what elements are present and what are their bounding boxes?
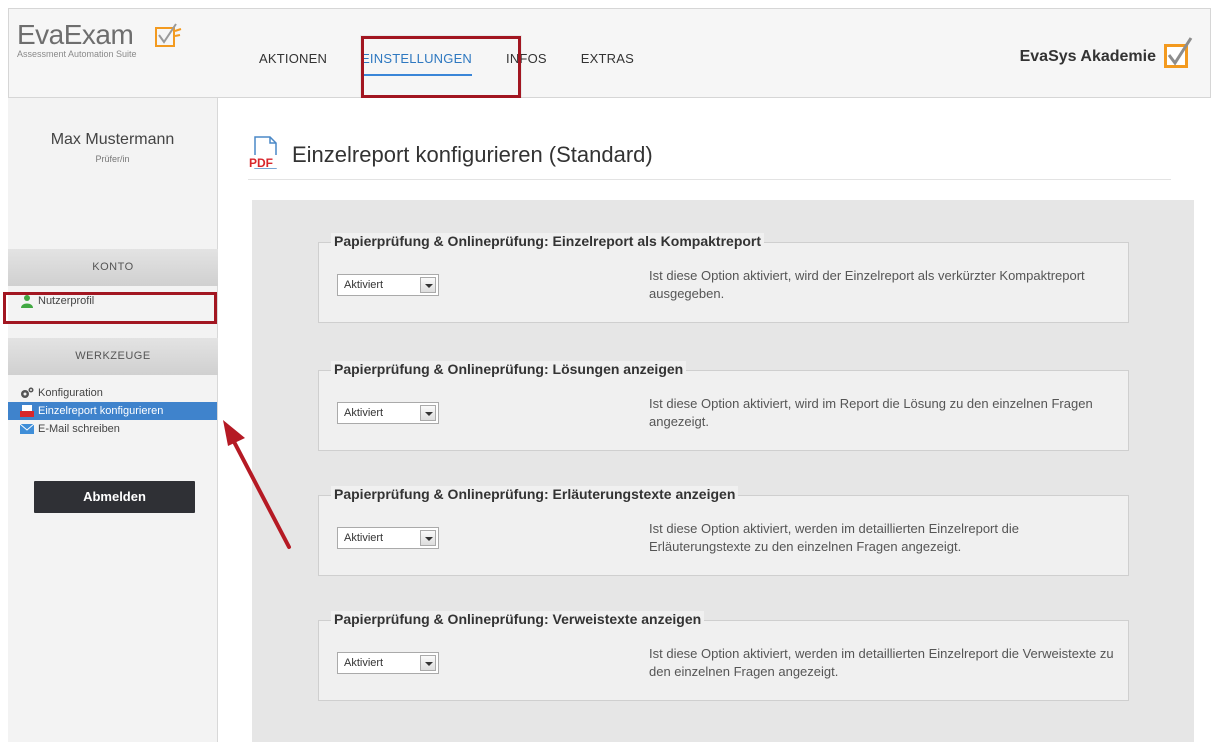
select-value: Aktiviert [344,532,384,544]
option-verweistexte: Papierprüfung & Onlineprüfung: Verweiste… [318,611,1129,701]
option-kompaktreport: Papierprüfung & Onlineprüfung: Einzelrep… [318,233,1129,323]
option-description: Ist diese Option aktiviert, werden im de… [649,646,1114,679]
brand-name: EvaSys Akademie [1019,48,1156,65]
chevron-down-icon[interactable] [420,405,436,421]
select-value: Aktiviert [344,279,384,291]
header-bar: EvaExam Assessment Automation Suite AKTI… [8,8,1211,98]
pdf-icon [20,405,34,417]
option-description: Ist diese Option aktiviert, wird im Repo… [649,396,1093,429]
option-title: Papierprüfung & Onlineprüfung: Lösungen … [331,361,687,377]
sidebar-highlight-box [3,292,217,324]
select-value: Aktiviert [344,407,384,419]
status-select[interactable]: Aktiviert [337,274,439,296]
status-select[interactable]: Aktiviert [337,527,439,549]
option-title: Papierprüfung & Onlineprüfung: Erläuteru… [331,486,739,502]
option-title: Papierprüfung & Onlineprüfung: Verweiste… [331,611,705,627]
option-title: Papierprüfung & Onlineprüfung: Einzelrep… [331,233,765,249]
brand-check-icon [1164,37,1193,68]
sidebar: Max Mustermann Prüfer/in KONTO Nutzerpro… [8,98,218,742]
chevron-down-icon[interactable] [420,655,436,671]
section-konto: KONTO [8,249,218,286]
chevron-down-icon[interactable] [420,530,436,546]
main-content: PDF Einzelreport konfigurieren (Standard… [218,98,1211,742]
user-role: Prüfer/in [95,154,130,164]
nav-aktionen[interactable]: AKTIONEN [259,51,327,66]
section-werkzeuge: WERKZEUGE [8,338,218,375]
checkbox-logo-icon [155,23,182,47]
sidebar-item-einzelreport[interactable]: Einzelreport konfigurieren [8,402,217,420]
select-value: Aktiviert [344,657,384,669]
status-select[interactable]: Aktiviert [337,402,439,424]
option-erlaeuterungstexte: Papierprüfung & Onlineprüfung: Erläuteru… [318,486,1129,576]
logo-text: EvaExam [17,19,134,50]
chevron-down-icon[interactable] [420,277,436,293]
user-name: Max Mustermann [50,131,175,148]
sidebar-item-label: Einzelreport konfigurieren [38,405,164,417]
option-loesungen: Papierprüfung & Onlineprüfung: Lösungen … [318,361,1129,451]
option-description: Ist diese Option aktiviert, wird der Ein… [649,268,1085,301]
pdf-icon: PDF [248,136,278,170]
gear-icon [21,387,34,398]
page-header: PDF Einzelreport konfigurieren (Standard… [248,136,1171,180]
logout-button[interactable]: Abmelden [34,481,195,513]
page-title: Einzelreport konfigurieren (Standard) [292,142,653,167]
nav-highlight-box [361,36,521,98]
settings-panel: Papierprüfung & Onlineprüfung: Einzelrep… [252,200,1194,742]
option-description: Ist diese Option aktiviert, werden im de… [649,521,1019,554]
nav-extras[interactable]: EXTRAS [581,51,634,66]
mail-icon [20,423,34,434]
sidebar-item-label: E-Mail schreiben [38,423,120,435]
sidebar-item-email[interactable]: E-Mail schreiben [8,420,217,438]
logo-subtitle: Assessment Automation Suite [17,49,137,59]
sidebar-item-label: Konfiguration [38,387,103,399]
svg-text:PDF: PDF [249,156,273,170]
sidebar-item-konfiguration[interactable]: Konfiguration [8,384,217,402]
evaexam-logo[interactable]: EvaExam Assessment Automation Suite [17,19,217,79]
status-select[interactable]: Aktiviert [337,652,439,674]
